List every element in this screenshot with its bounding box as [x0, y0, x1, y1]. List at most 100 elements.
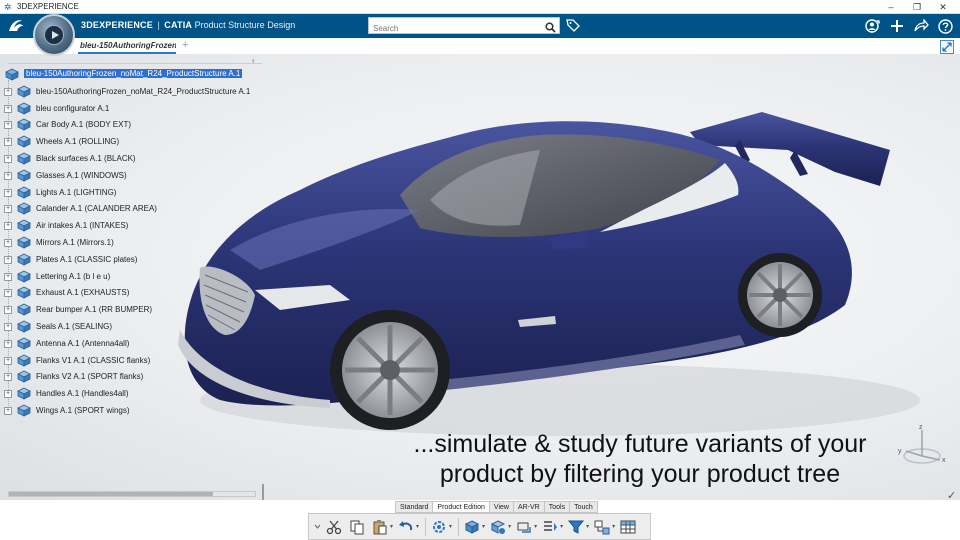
tree-item[interactable]: + Flanks V2 A.1 (SPORT flanks) [4, 369, 260, 386]
existing-product-icon[interactable] [488, 517, 508, 537]
expand-icon[interactable]: + [4, 406, 12, 415]
tree-item[interactable]: + bleu configurator A.1 [4, 101, 260, 118]
undo-dropdown-icon[interactable]: ▾ [416, 523, 419, 530]
reorder-icon[interactable] [540, 517, 560, 537]
expand-icon[interactable]: + [4, 238, 12, 247]
expand-icon[interactable]: + [4, 255, 12, 264]
help-icon[interactable] [936, 17, 954, 35]
update-icon[interactable] [429, 517, 449, 537]
tree-item[interactable]: + Exhaust A.1 (EXHAUSTS) [4, 285, 260, 302]
action-tab-ar-vr[interactable]: AR-VR [512, 501, 545, 513]
tree-item[interactable]: + Rear bumper A.1 (RR BUMPER) [4, 302, 260, 319]
tree-item-label[interactable]: Black surfaces A.1 (BLACK) [36, 154, 136, 163]
tree-item[interactable]: + Handles A.1 (Handles4all) [4, 386, 260, 403]
tree-item-label[interactable]: Handles A.1 (Handles4all) [36, 389, 129, 398]
tree-horizontal-scrollbar[interactable] [8, 491, 256, 497]
tree-item[interactable]: + Calander A.1 (CALANDER AREA) [4, 201, 260, 218]
tree-item[interactable]: + Black surfaces A.1 (BLACK) [4, 151, 260, 168]
action-tab-tools[interactable]: Tools [543, 501, 571, 513]
tree-item-label[interactable]: bleu-150AuthoringFrozen_noMat_R24_Produc… [36, 87, 250, 96]
tree-item-label[interactable]: Glasses A.1 (WINDOWS) [36, 171, 127, 180]
expand-icon[interactable]: + [4, 205, 12, 214]
tree-item[interactable]: + Wheels A.1 (ROLLING) [4, 134, 260, 151]
panel-splitter[interactable] [262, 484, 264, 500]
tree-item[interactable]: + Mirrors A.1 (Mirrors.1) [4, 235, 260, 252]
fit-all-icon[interactable] [940, 40, 954, 54]
tree-item[interactable]: + Seals A.1 (SEALING) [4, 319, 260, 336]
tree-item-label[interactable]: Wheels A.1 (ROLLING) [36, 137, 119, 146]
expand-icon[interactable]: + [4, 339, 12, 348]
tree-item-label[interactable]: Mirrors A.1 (Mirrors.1) [36, 238, 114, 247]
compass-widget[interactable] [33, 14, 75, 56]
insert-product-icon[interactable] [462, 517, 482, 537]
replace-icon[interactable] [514, 517, 534, 537]
ds-logo-icon[interactable] [6, 18, 26, 37]
tree-item-label[interactable]: Flanks V2 A.1 (SPORT flanks) [36, 372, 143, 381]
tree-item-label[interactable]: bleu configurator A.1 [36, 104, 109, 113]
tree-item-label[interactable]: Rear bumper A.1 (RR BUMPER) [36, 305, 152, 314]
axis-compass-icon[interactable]: z x y [896, 422, 952, 472]
play-icon[interactable] [44, 25, 64, 45]
action-tab-touch[interactable]: Touch [569, 501, 598, 513]
tree-item[interactable]: + Air intakes A.1 (INTAKES) [4, 218, 260, 235]
tree-item[interactable]: + Antenna A.1 (Antenna4all) [4, 336, 260, 353]
tree-item-label[interactable]: Antenna A.1 (Antenna4all) [36, 339, 129, 348]
expand-icon[interactable]: + [4, 222, 12, 231]
tree-item[interactable]: + Flanks V1 A.1 (CLASSIC flanks) [4, 353, 260, 370]
tab-product-structure[interactable]: bleu-150AuthoringFrozen [78, 38, 176, 54]
tree-item-label[interactable]: Plates A.1 (CLASSIC plates) [36, 255, 137, 264]
expand-icon[interactable]: + [4, 138, 12, 147]
tree-item[interactable]: + bleu-150AuthoringFrozen_noMat_R24_Produ… [4, 84, 260, 101]
tree-item[interactable]: + Car Body A.1 (BODY EXT) [4, 117, 260, 134]
action-bar-expand-icon[interactable] [313, 517, 321, 537]
minimize-button[interactable]: – [878, 2, 904, 12]
tree-item[interactable]: + Plates A.1 (CLASSIC plates) [4, 252, 260, 269]
action-tab-standard[interactable]: Standard [395, 501, 434, 513]
expand-icon[interactable]: + [4, 306, 12, 315]
tree-item-label[interactable]: Car Body A.1 (BODY EXT) [36, 120, 131, 129]
search-input[interactable] [369, 21, 541, 36]
expand-icon[interactable]: + [4, 272, 12, 281]
expand-icon[interactable]: + [4, 356, 12, 365]
expand-icon[interactable]: + [4, 390, 12, 399]
cut-icon[interactable] [324, 517, 344, 537]
maximize-button[interactable]: ❐ [904, 2, 930, 13]
add-tab-button[interactable]: + [182, 39, 188, 51]
copy-icon[interactable] [347, 517, 367, 537]
share-icon[interactable] [912, 17, 930, 35]
paste-icon[interactable] [370, 517, 390, 537]
tree-item-label[interactable]: Lights A.1 (LIGHTING) [36, 188, 116, 197]
grid-table-icon[interactable] [618, 517, 638, 537]
update-dropdown-icon[interactable]: ▾ [449, 523, 452, 530]
filter-icon[interactable] [566, 517, 586, 537]
expand-icon[interactable]: + [4, 121, 12, 130]
tree-item-label[interactable]: Flanks V1 A.1 (CLASSIC flanks) [36, 356, 150, 365]
expand-icon[interactable]: + [4, 154, 12, 163]
tree-item[interactable]: + Lettering A.1 (b l e u) [4, 269, 260, 286]
scrollbar-thumb[interactable] [9, 492, 213, 496]
expand-icon[interactable]: + [4, 171, 12, 180]
expand-icon[interactable]: + [4, 188, 12, 197]
action-tab-view[interactable]: View [488, 501, 514, 513]
add-icon[interactable] [888, 17, 906, 35]
expand-icon[interactable]: + [4, 104, 12, 113]
expand-icon[interactable]: + [4, 322, 12, 331]
tree-item-label[interactable]: Wings A.1 (SPORT wings) [36, 406, 130, 415]
tree-item-label[interactable]: Seals A.1 (SEALING) [36, 322, 112, 331]
tree-item-label[interactable]: Air intakes A.1 (INTAKES) [36, 221, 128, 230]
check-icon[interactable]: ✓ [947, 489, 956, 502]
expand-icon[interactable]: + [4, 289, 12, 298]
tree-item-label[interactable]: Calander A.1 (CALANDER AREA) [36, 204, 157, 213]
search-icon[interactable] [545, 20, 556, 38]
tree-root-label[interactable]: bleu-150AuthoringFrozen_noMat_R24_Produc… [24, 69, 243, 78]
action-tab-product-edition[interactable]: Product Edition [432, 501, 490, 513]
tree-item-label[interactable]: Lettering A.1 (b l e u) [36, 272, 110, 281]
tree-root[interactable]: bleu-150AuthoringFrozen_noMat_R24_Produc… [4, 67, 260, 84]
user-avatar-icon[interactable] [864, 17, 882, 35]
expand-icon[interactable]: + [4, 87, 12, 96]
tree-item[interactable]: + Wings A.1 (SPORT wings) [4, 403, 260, 420]
close-button[interactable]: ✕ [930, 2, 956, 13]
tree-item[interactable]: + Lights A.1 (LIGHTING) [4, 185, 260, 202]
paste-dropdown-icon[interactable]: ▾ [390, 523, 393, 530]
configuration-icon[interactable] [592, 517, 612, 537]
